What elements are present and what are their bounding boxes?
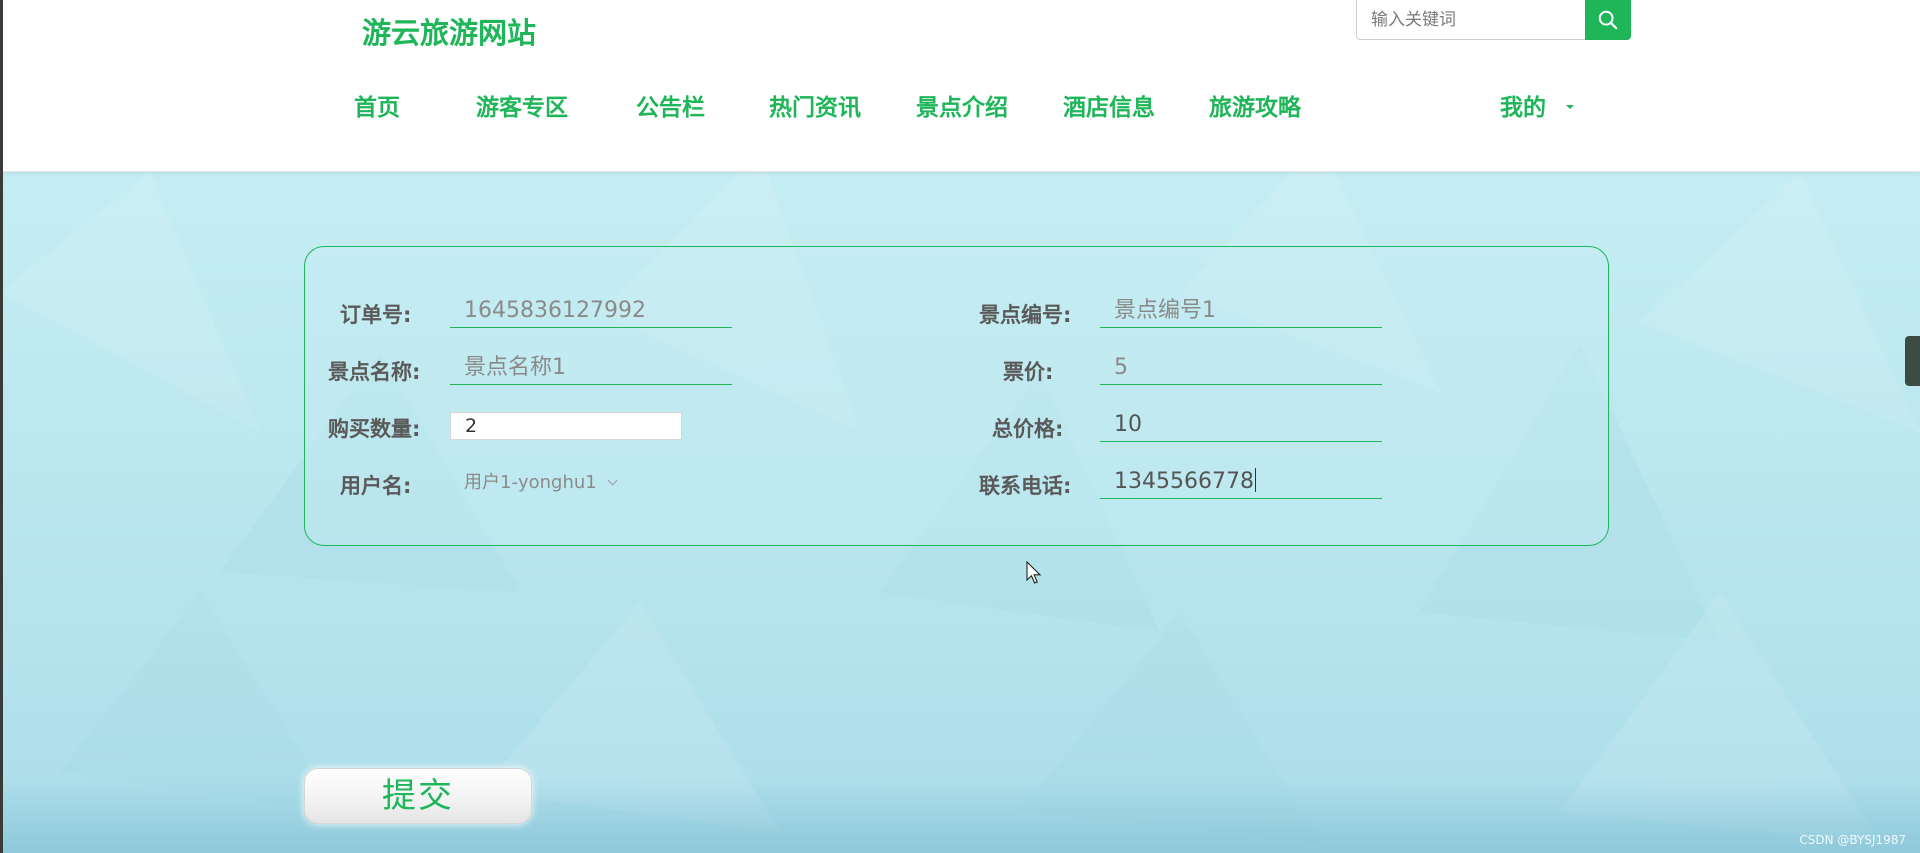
nav-mine-dropdown[interactable]: 我的 xyxy=(1500,88,1574,122)
main-nav: 首页 游客专区 公告栏 热门资讯 景点介绍 酒店信息 旅游攻略 我的 xyxy=(0,88,1920,132)
ticket-price-label: 票价: xyxy=(1003,360,1054,384)
username-select[interactable]: 用户1-yonghu1 xyxy=(450,466,650,500)
phone-value: 1345566778 xyxy=(1114,469,1254,494)
submit-button[interactable]: 提交 xyxy=(304,768,532,824)
site-header: 游云旅游网站 首页 游客专区 公告栏 热门资讯 景点介绍 酒店信息 旅游攻略 我… xyxy=(0,0,1920,172)
order-no-field[interactable]: 1645836127992 xyxy=(450,294,732,328)
nav-mine-label: 我的 xyxy=(1500,95,1546,121)
order-form-card xyxy=(304,246,1609,546)
quantity-input[interactable]: 2 xyxy=(450,412,682,440)
search-box xyxy=(1356,0,1586,40)
site-title: 游云旅游网站 xyxy=(362,16,537,50)
phone-field[interactable]: 1345566778 xyxy=(1100,465,1382,499)
order-no-label: 订单号: xyxy=(340,303,412,327)
spot-no-label: 景点编号: xyxy=(979,303,1072,327)
nav-hotels[interactable]: 酒店信息 xyxy=(1063,88,1155,122)
caret-down-icon xyxy=(1566,104,1574,109)
chevron-down-icon xyxy=(607,475,618,486)
nav-tourist-zone[interactable]: 游客专区 xyxy=(476,88,568,122)
watermark: CSDN @BYSJ1987 xyxy=(1799,833,1906,847)
search-icon xyxy=(1598,10,1618,30)
search-button[interactable] xyxy=(1585,0,1631,40)
phone-label: 联系电话: xyxy=(979,474,1072,498)
total-price-label: 总价格: xyxy=(992,417,1064,441)
spot-no-field[interactable]: 景点编号1 xyxy=(1100,294,1382,328)
username-label: 用户名: xyxy=(340,474,412,498)
username-selected-value: 用户1-yonghu1 xyxy=(464,472,597,493)
total-price-field[interactable]: 10 xyxy=(1100,408,1382,442)
search-input[interactable] xyxy=(1357,0,1585,39)
nav-travel-guides[interactable]: 旅游攻略 xyxy=(1209,88,1301,122)
nav-home[interactable]: 首页 xyxy=(354,88,400,122)
mouse-pointer-icon xyxy=(1026,561,1042,584)
window-edge xyxy=(0,0,3,853)
ticket-price-field[interactable]: 5 xyxy=(1100,351,1382,385)
side-scroll-handle[interactable] xyxy=(1905,336,1920,386)
spot-name-field[interactable]: 景点名称1 xyxy=(450,351,732,385)
nav-notice-board[interactable]: 公告栏 xyxy=(636,88,705,122)
bottom-fade xyxy=(0,778,1920,853)
nav-hot-news[interactable]: 热门资讯 xyxy=(769,88,861,122)
nav-attractions[interactable]: 景点介绍 xyxy=(916,88,1008,122)
text-cursor xyxy=(1254,468,1256,492)
spot-name-label: 景点名称: xyxy=(328,360,421,384)
quantity-label: 购买数量: xyxy=(328,417,421,441)
